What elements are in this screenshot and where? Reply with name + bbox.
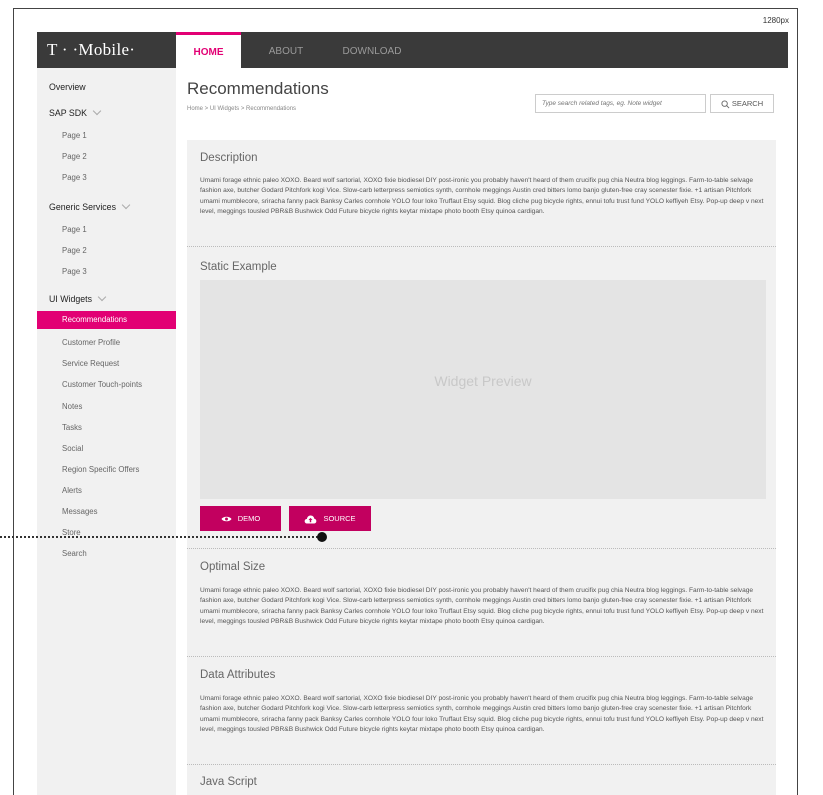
sidebar-item-recommendations[interactable]: Recommendations <box>37 311 176 329</box>
annotation-marker-dot <box>317 532 327 542</box>
section-divider <box>187 764 776 765</box>
search-button[interactable]: SEARCH <box>710 94 774 113</box>
section-title-static-example: Static Example <box>200 261 277 273</box>
source-button[interactable]: SOURCE <box>289 506 371 531</box>
sidebar-item-label: Generic Services <box>49 202 116 212</box>
sidebar-item-sap-page-3[interactable]: Page 3 <box>37 173 176 182</box>
section-divider <box>187 548 776 549</box>
content-panel: Description Umami forage ethnic paleo XO… <box>187 140 776 795</box>
section-title-data-attributes: Data Attributes <box>200 669 276 681</box>
chevron-down-icon <box>92 106 102 116</box>
sidebar-item-messages[interactable]: Messages <box>37 507 176 516</box>
chevron-down-icon <box>121 200 131 210</box>
brand-logo[interactable]: T · ·Mobile· <box>37 32 176 68</box>
section-body-description: Umami forage ethnic paleo XOXO. Beard wo… <box>200 177 764 215</box>
sidebar-item-generic-page-1[interactable]: Page 1 <box>37 225 176 234</box>
top-nav-bar: T · ·Mobile· HOME ABOUT DOWNLOAD <box>37 32 788 68</box>
sidebar-item-social[interactable]: Social <box>37 444 176 453</box>
breadcrumb[interactable]: Home > UI Widgets > Recommendations <box>187 106 296 112</box>
sidebar-item-search[interactable]: Search <box>37 549 176 558</box>
sidebar-item-generic-services[interactable]: Generic Services <box>37 200 176 212</box>
search-button-label: SEARCH <box>731 99 764 108</box>
screen-width-label: 1280px <box>762 16 789 25</box>
widget-preview-label: Widget Preview <box>434 373 532 389</box>
demo-button-label: DEMO <box>237 514 261 523</box>
sidebar-item-generic-page-3[interactable]: Page 3 <box>37 267 176 276</box>
sidebar-item-overview[interactable]: Overview <box>37 82 176 92</box>
section-title-description: Description <box>200 152 258 164</box>
sidebar-item-customer-profile[interactable]: Customer Profile <box>37 338 176 347</box>
sidebar-item-region-specific-offers[interactable]: Region Specific Offers <box>37 465 176 474</box>
search-input[interactable] <box>535 94 706 113</box>
sidebar-item-service-request[interactable]: Service Request <box>37 359 176 368</box>
sidebar-item-label: SAP SDK <box>49 108 87 118</box>
sidebar-item-alerts[interactable]: Alerts <box>37 486 176 495</box>
section-divider <box>187 246 776 247</box>
page-title: Recommendations <box>187 79 329 98</box>
annotation-connector-line <box>0 536 322 538</box>
eye-icon <box>221 516 232 522</box>
sidebar-item-label: Overview <box>49 82 86 92</box>
source-button-label: SOURCE <box>323 514 356 523</box>
search-icon <box>721 99 730 108</box>
sidebar-item-ui-widgets[interactable]: UI Widgets <box>37 292 176 304</box>
demo-button[interactable]: DEMO <box>200 506 281 531</box>
sidebar-item-sap-page-2[interactable]: Page 2 <box>37 152 176 161</box>
sidebar-item-notes[interactable]: Notes <box>37 402 176 411</box>
sidebar-item-sap-sdk[interactable]: SAP SDK <box>37 106 176 118</box>
chevron-down-icon <box>97 292 107 302</box>
section-body-data-attributes: Umami forage ethnic paleo XOXO. Beard wo… <box>200 695 764 733</box>
section-title-java-script: Java Script <box>200 776 257 788</box>
main-content: Recommendations Home > UI Widgets > Reco… <box>176 68 788 795</box>
nav-home[interactable]: HOME <box>176 32 241 68</box>
cloud-upload-icon <box>305 515 317 524</box>
section-body-optimal-size: Umami forage ethnic paleo XOXO. Beard wo… <box>200 587 764 625</box>
sidebar-item-generic-page-2[interactable]: Page 2 <box>37 246 176 255</box>
sidebar-item-label: UI Widgets <box>49 294 93 304</box>
sidebar-item-customer-touch-points[interactable]: Customer Touch-points <box>37 380 176 389</box>
nav-download[interactable]: DOWNLOAD <box>337 32 407 68</box>
nav-about[interactable]: ABOUT <box>261 32 311 68</box>
widget-preview: Widget Preview <box>200 280 766 499</box>
sidebar-item-tasks[interactable]: Tasks <box>37 423 176 432</box>
section-title-optimal-size: Optimal Size <box>200 561 266 573</box>
sidebar-item-sap-page-1[interactable]: Page 1 <box>37 131 176 140</box>
sidebar: Overview SAP SDK Page 1 Page 2 Page 3 Ge… <box>37 68 176 795</box>
section-divider <box>187 656 776 657</box>
